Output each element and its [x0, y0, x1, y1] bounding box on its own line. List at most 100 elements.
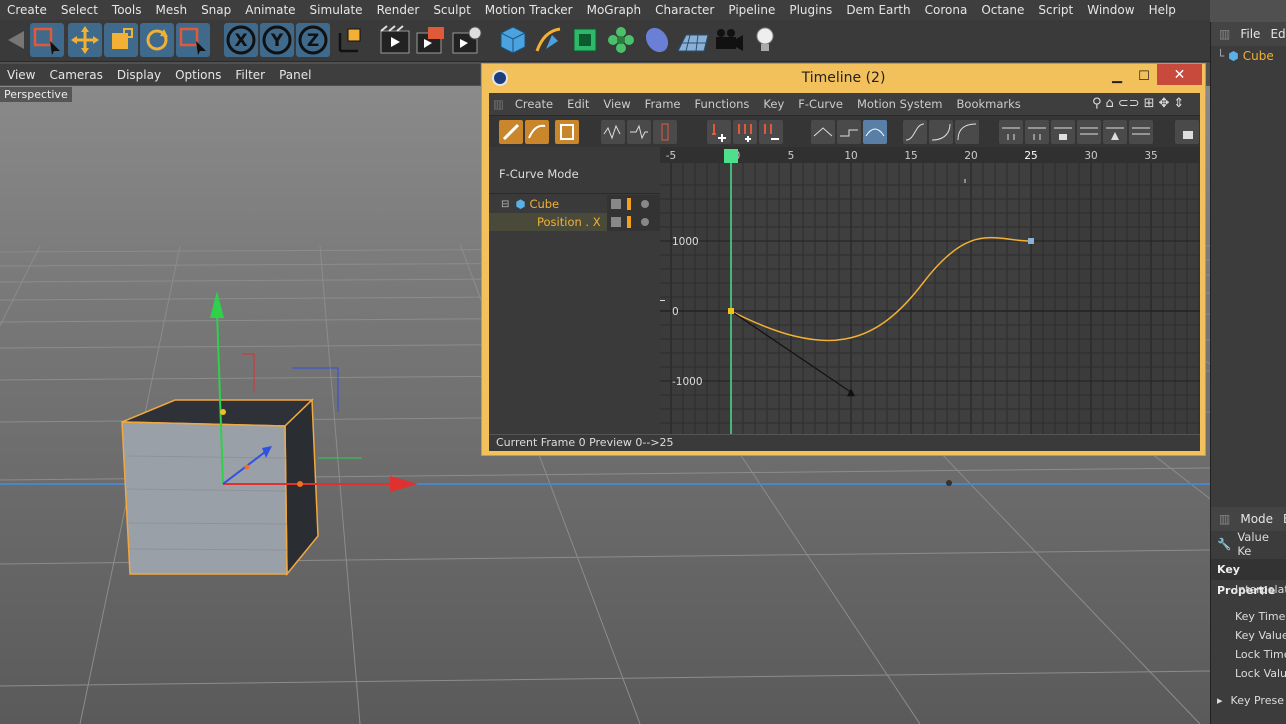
menu-animate[interactable]: Animate	[238, 3, 302, 17]
close-button[interactable]: ✕	[1157, 64, 1202, 85]
timeline-menu-f-curve[interactable]: F-Curve	[791, 97, 850, 111]
render-picture-viewer-button[interactable]	[414, 23, 448, 57]
menu-simulate[interactable]: Simulate	[303, 3, 370, 17]
search-icon[interactable]: ⚲	[1092, 96, 1102, 111]
playhead-handle[interactable]	[724, 149, 738, 163]
menu-sculpt[interactable]: Sculpt	[426, 3, 477, 17]
tangent-tool-2-button[interactable]	[1025, 120, 1049, 144]
am-row-key-time[interactable]: Key Time .	[1211, 607, 1286, 626]
menu-help[interactable]: Help	[1142, 3, 1183, 17]
add-key-button[interactable]	[707, 120, 731, 144]
curve-tool-3-button[interactable]	[653, 120, 677, 144]
am-row-lock-time[interactable]: Lock Time	[1211, 645, 1286, 664]
menu-create[interactable]: Create	[0, 3, 54, 17]
ease-ease-button[interactable]	[903, 120, 927, 144]
z-axis-lock-button[interactable]: Z	[296, 23, 330, 57]
link-icon[interactable]: ⊂⊃	[1118, 96, 1140, 111]
pen-spline-button[interactable]	[532, 23, 566, 57]
tangent-tool-5-button[interactable]	[1103, 120, 1127, 144]
rotate-tool-button[interactable]	[140, 23, 174, 57]
track-enable-icon[interactable]	[641, 218, 649, 226]
menu-pipeline[interactable]: Pipeline	[721, 3, 782, 17]
spline-interp-button[interactable]	[863, 120, 887, 144]
menu-mesh[interactable]: Mesh	[148, 3, 194, 17]
menu-render[interactable]: Render	[370, 3, 427, 17]
deformer-button[interactable]	[640, 23, 674, 57]
viewport-menu-cameras[interactable]: Cameras	[42, 68, 109, 82]
light-button[interactable]	[748, 23, 782, 57]
menu-mograph[interactable]: MoGraph	[580, 3, 649, 17]
am-row-key-value[interactable]: Key Value	[1211, 626, 1286, 645]
floor-button[interactable]	[676, 23, 710, 57]
subdivision-surface-button[interactable]	[568, 23, 602, 57]
viewport-menu-display[interactable]: Display	[110, 68, 168, 82]
timeline-menu-bookmarks[interactable]: Bookmarks	[950, 97, 1028, 111]
om-item-cube[interactable]: └ ⬢ Cube	[1211, 46, 1286, 66]
timeline-menu-view[interactable]: View	[596, 97, 637, 111]
move-tool-button[interactable]	[68, 23, 102, 57]
maximize-button[interactable]: ☐	[1129, 64, 1159, 88]
track-keyframe-icon[interactable]	[627, 216, 631, 228]
linear-interp-button[interactable]	[811, 120, 835, 144]
om-menu-file[interactable]: File	[1240, 27, 1260, 41]
render-settings-button[interactable]	[450, 23, 484, 57]
lock-tangent-button[interactable]	[1175, 120, 1199, 144]
am-row-key-preset[interactable]: ▸ Key Prese	[1211, 691, 1286, 710]
ease-in-button[interactable]	[929, 120, 953, 144]
curve-tool-2-button[interactable]	[627, 120, 651, 144]
collapse-icon[interactable]: ⊟	[501, 199, 509, 210]
viewport-menu-filter[interactable]: Filter	[228, 68, 272, 82]
new-view-icon[interactable]: ⊞	[1144, 96, 1155, 111]
menu-script[interactable]: Script	[1031, 3, 1080, 17]
motion-mode-button[interactable]	[555, 120, 579, 144]
menu-character[interactable]: Character	[648, 3, 721, 17]
cloner-button[interactable]	[604, 23, 638, 57]
tangent-tool-6-button[interactable]	[1129, 120, 1153, 144]
om-menu-edit[interactable]: Edi	[1270, 27, 1286, 41]
menu-tools[interactable]: Tools	[105, 3, 149, 17]
ease-out-button[interactable]	[955, 120, 979, 144]
menu-snap[interactable]: Snap	[194, 3, 238, 17]
track-keyframe-icon[interactable]	[627, 198, 631, 210]
track-edit-icon[interactable]	[611, 217, 621, 227]
track-edit-icon[interactable]	[611, 199, 621, 209]
render-view-button[interactable]	[378, 23, 412, 57]
keyframe-start[interactable]	[728, 308, 734, 314]
menu-motion-tracker[interactable]: Motion Tracker	[478, 3, 580, 17]
camera-button[interactable]	[712, 23, 746, 57]
am-mode-row[interactable]: 🔧 Value Ke	[1211, 530, 1286, 558]
menu-window[interactable]: Window	[1080, 3, 1141, 17]
undo-icon[interactable]	[0, 23, 24, 57]
menu-plugins[interactable]: Plugins	[782, 3, 839, 17]
keyframe-end[interactable]	[1028, 238, 1034, 244]
tangent-tool-1-button[interactable]	[999, 120, 1023, 144]
recent-tool-button[interactable]	[176, 23, 210, 57]
home-icon[interactable]: ⌂	[1106, 96, 1114, 111]
step-interp-button[interactable]	[837, 120, 861, 144]
timeline-menu-key[interactable]: Key	[756, 97, 791, 111]
zoom-icon[interactable]: ⇕	[1173, 96, 1184, 111]
add-cube-button[interactable]	[496, 23, 530, 57]
timeline-menu-functions[interactable]: Functions	[688, 97, 757, 111]
menu-select[interactable]: Select	[54, 3, 105, 17]
x-axis-lock-button[interactable]: X	[224, 23, 258, 57]
curve-tool-1-button[interactable]	[601, 120, 625, 144]
menu-dem-earth[interactable]: Dem Earth	[839, 3, 917, 17]
delete-keys-button[interactable]	[759, 120, 783, 144]
add-keys-button[interactable]	[733, 120, 757, 144]
tangent-tool-4-button[interactable]	[1077, 120, 1101, 144]
y-axis-lock-button[interactable]: Y	[260, 23, 294, 57]
scale-tool-button[interactable]	[104, 23, 138, 57]
timeline-menu-edit[interactable]: Edit	[560, 97, 596, 111]
fcurve-mode-button[interactable]	[525, 120, 549, 144]
minimize-button[interactable]: ▁	[1102, 64, 1132, 88]
tangent-tool-3-button[interactable]	[1051, 120, 1075, 144]
live-selection-button[interactable]	[30, 23, 64, 57]
am-row-lock-value[interactable]: Lock Valu	[1211, 664, 1286, 683]
viewport-menu-panel[interactable]: Panel	[272, 68, 318, 82]
menu-octane[interactable]: Octane	[974, 3, 1031, 17]
coordinate-system-button[interactable]	[334, 23, 368, 57]
pan-icon[interactable]: ✥	[1159, 96, 1170, 111]
fcurve-graph[interactable]: -50510152025303510000-1000	[660, 147, 1212, 434]
menu-corona[interactable]: Corona	[918, 3, 975, 17]
